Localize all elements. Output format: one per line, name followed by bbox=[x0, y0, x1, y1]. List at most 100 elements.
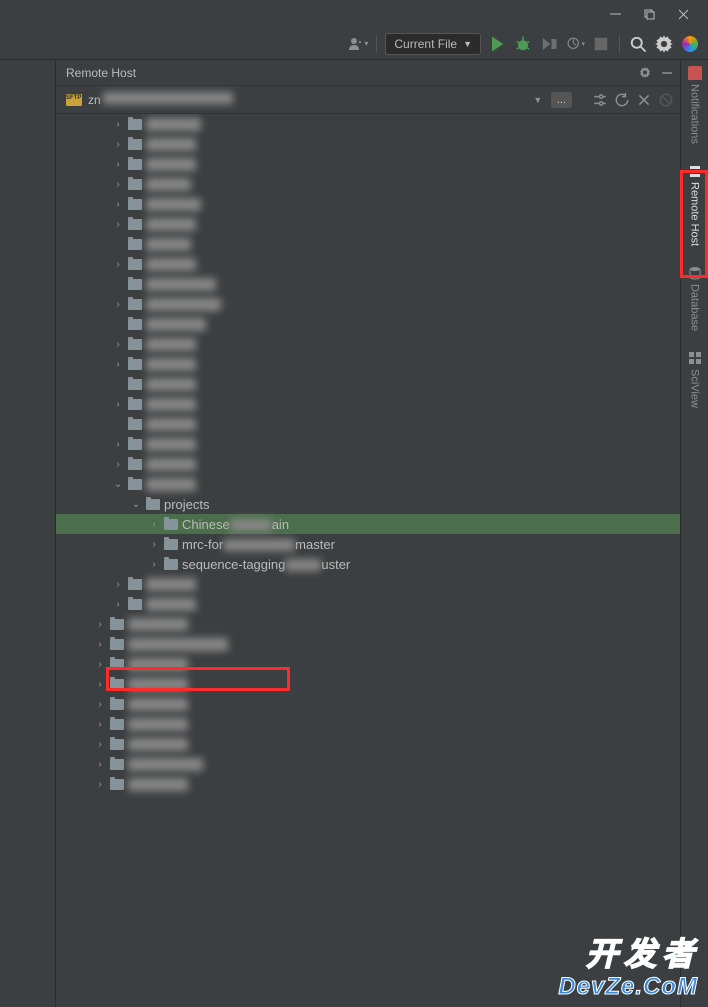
folder-icon bbox=[128, 159, 142, 170]
host-more-button[interactable]: ... bbox=[551, 92, 572, 108]
window-minimize-button[interactable] bbox=[598, 2, 632, 26]
chevron-icon[interactable]: › bbox=[94, 699, 106, 710]
tree-row[interactable]: › bbox=[56, 694, 680, 714]
tree-row[interactable]: › bbox=[56, 154, 680, 174]
chevron-icon[interactable]: › bbox=[112, 399, 124, 410]
chevron-icon[interactable]: › bbox=[112, 299, 124, 310]
code-with-me-button[interactable] bbox=[680, 34, 700, 54]
host-dropdown-button[interactable]: ▼ bbox=[531, 95, 545, 105]
host-disconnect-button[interactable] bbox=[636, 92, 652, 108]
search-button[interactable] bbox=[628, 34, 648, 54]
user-icon[interactable]: ▾ bbox=[348, 34, 368, 54]
sciview-tool-button[interactable]: SciView bbox=[688, 351, 702, 408]
profile-button[interactable]: ▾ bbox=[565, 34, 585, 54]
chevron-icon[interactable]: › bbox=[112, 459, 124, 470]
tree-row[interactable]: ⌄ bbox=[56, 474, 680, 494]
chevron-icon[interactable]: › bbox=[94, 619, 106, 630]
tree-row[interactable]: › bbox=[56, 214, 680, 234]
chevron-icon[interactable]: › bbox=[94, 659, 106, 670]
tree-row[interactable]: › bbox=[56, 194, 680, 214]
chevron-icon[interactable]: ⌄ bbox=[112, 479, 124, 490]
tree-row[interactable]: ⌄projects bbox=[56, 494, 680, 514]
panel-settings-button[interactable] bbox=[638, 66, 652, 80]
tree-row[interactable]: › bbox=[56, 294, 680, 314]
run-configuration-dropdown[interactable]: Current File ▼ bbox=[385, 33, 481, 55]
chevron-icon[interactable]: › bbox=[112, 599, 124, 610]
panel-hide-button[interactable] bbox=[660, 66, 674, 80]
chevron-icon[interactable]: › bbox=[112, 139, 124, 150]
chevron-icon[interactable]: › bbox=[148, 559, 160, 570]
chevron-icon[interactable]: › bbox=[94, 739, 106, 750]
chevron-icon[interactable]: › bbox=[94, 759, 106, 770]
tree-row[interactable]: › bbox=[56, 394, 680, 414]
run-button[interactable] bbox=[487, 34, 507, 54]
chevron-icon[interactable]: › bbox=[148, 539, 160, 550]
window-maximize-button[interactable] bbox=[632, 2, 666, 26]
coverage-button[interactable] bbox=[539, 34, 559, 54]
tree-row[interactable]: › bbox=[56, 254, 680, 274]
chevron-icon[interactable]: › bbox=[94, 639, 106, 650]
tree-row[interactable]: › bbox=[56, 614, 680, 634]
tree-row[interactable] bbox=[56, 274, 680, 294]
tree-row-selected[interactable]: ›Chineseain bbox=[56, 514, 680, 534]
remote-file-tree[interactable]: ›››››››››››››⌄⌄projects›Chineseain›mrc-f… bbox=[56, 114, 680, 1007]
chevron-icon[interactable]: › bbox=[112, 259, 124, 270]
stop-button[interactable] bbox=[591, 34, 611, 54]
tree-row[interactable]: › bbox=[56, 714, 680, 734]
tree-row[interactable] bbox=[56, 414, 680, 434]
chevron-icon[interactable]: › bbox=[112, 579, 124, 590]
tree-row[interactable]: › bbox=[56, 654, 680, 674]
window-close-button[interactable] bbox=[666, 2, 700, 26]
chevron-icon[interactable]: › bbox=[112, 339, 124, 350]
host-name: zn bbox=[88, 92, 525, 107]
tree-row[interactable]: › bbox=[56, 674, 680, 694]
tree-item-label bbox=[128, 778, 188, 791]
tree-row[interactable]: › bbox=[56, 574, 680, 594]
tree-row[interactable]: › bbox=[56, 334, 680, 354]
tree-row[interactable]: ›sequence-tagginguster bbox=[56, 554, 680, 574]
tree-row[interactable]: › bbox=[56, 634, 680, 654]
tree-item-label bbox=[128, 618, 188, 631]
tree-row[interactable]: › bbox=[56, 734, 680, 754]
chevron-icon[interactable]: › bbox=[148, 519, 160, 530]
tree-row[interactable]: › bbox=[56, 594, 680, 614]
chevron-icon[interactable]: › bbox=[112, 119, 124, 130]
host-filter-button[interactable] bbox=[592, 92, 608, 108]
tree-row[interactable] bbox=[56, 234, 680, 254]
database-tool-button[interactable]: Database bbox=[688, 266, 702, 331]
chevron-icon[interactable]: › bbox=[94, 679, 106, 690]
chevron-icon[interactable]: ⌄ bbox=[130, 499, 142, 510]
notifications-tool-button[interactable]: Notifications bbox=[688, 66, 702, 144]
tree-row[interactable]: ›mrc-formaster bbox=[56, 534, 680, 554]
tree-row[interactable]: › bbox=[56, 134, 680, 154]
folder-icon bbox=[128, 599, 142, 610]
tree-row[interactable] bbox=[56, 374, 680, 394]
tree-item-label bbox=[146, 238, 191, 251]
tree-item-label bbox=[128, 658, 188, 671]
remote-host-tool-button[interactable]: Remote Host bbox=[688, 164, 702, 246]
host-help-button[interactable] bbox=[658, 92, 674, 108]
tree-item-label bbox=[128, 718, 188, 731]
chevron-icon[interactable]: › bbox=[112, 359, 124, 370]
chevron-icon[interactable]: › bbox=[112, 159, 124, 170]
tree-row[interactable]: › bbox=[56, 454, 680, 474]
settings-button[interactable] bbox=[654, 34, 674, 54]
chevron-icon[interactable]: › bbox=[112, 199, 124, 210]
tree-row[interactable]: › bbox=[56, 174, 680, 194]
debug-button[interactable] bbox=[513, 34, 533, 54]
chevron-icon[interactable]: › bbox=[112, 219, 124, 230]
host-refresh-button[interactable] bbox=[614, 92, 630, 108]
tree-row[interactable] bbox=[56, 314, 680, 334]
tree-row[interactable]: › bbox=[56, 754, 680, 774]
tree-row[interactable]: › bbox=[56, 114, 680, 134]
tree-row[interactable]: › bbox=[56, 434, 680, 454]
tree-row[interactable]: › bbox=[56, 354, 680, 374]
folder-icon bbox=[110, 759, 124, 770]
tree-row[interactable]: › bbox=[56, 774, 680, 794]
chevron-icon[interactable]: › bbox=[112, 179, 124, 190]
tree-item-label bbox=[146, 438, 196, 451]
chevron-icon[interactable]: › bbox=[112, 439, 124, 450]
chevron-icon[interactable]: › bbox=[94, 719, 106, 730]
tree-item-label bbox=[128, 698, 188, 711]
chevron-icon[interactable]: › bbox=[94, 779, 106, 790]
